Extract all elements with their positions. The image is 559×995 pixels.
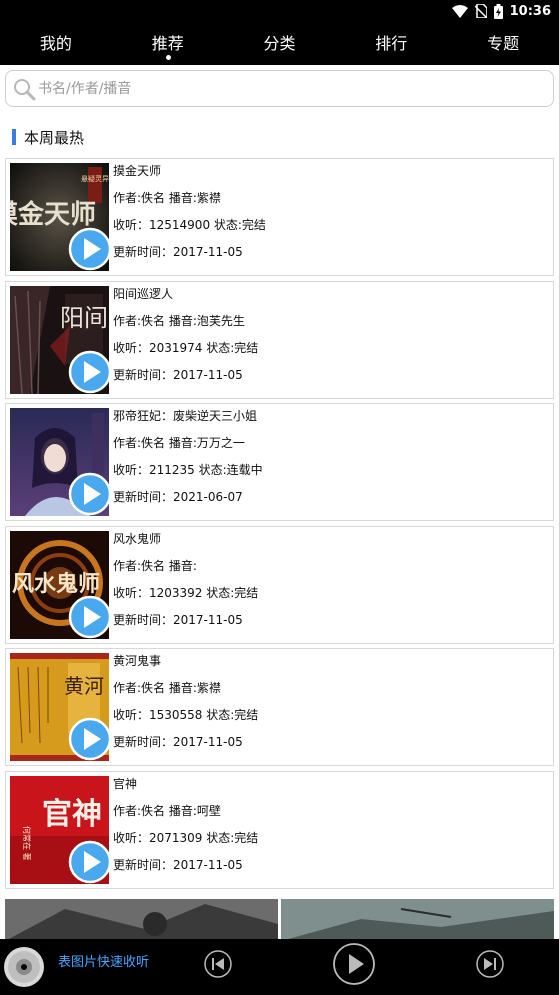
search-bar[interactable] (5, 70, 554, 107)
play-icon[interactable] (68, 595, 109, 639)
book-title: 邪帝狂妃：废柴逆天三小姐 (113, 409, 258, 424)
tab-recommend[interactable]: 推荐 (112, 22, 224, 65)
book-list: 悬疑灵异 摸金天师 摸金天师 作者:佚名 播音:紫襟 收听：12514900 状… (5, 158, 554, 894)
book-listens: 收听：1203392 状态:完结 (113, 585, 259, 600)
book-cover[interactable]: 风水鬼师 (10, 530, 109, 639)
tab-label: 推荐 (151, 34, 184, 53)
banner-row (5, 899, 554, 941)
book-author: 作者:佚名 播音:万万之一 (113, 436, 245, 451)
play-icon[interactable] (68, 472, 109, 516)
book-title: 官神 (113, 776, 138, 791)
book-updated: 更新时间：2017-11-05 (113, 245, 243, 259)
section-accent-bar (12, 129, 16, 145)
next-button[interactable] (475, 949, 505, 979)
book-listens: 收听：2031974 状态:完结 (113, 340, 259, 355)
cover-title: 摸金天师 (10, 199, 96, 230)
book-item[interactable]: 阳间 阳间巡逻人 作者:佚名 播音:泡芙先生 收听：2031974 状态:完结 … (5, 280, 554, 399)
tab-label: 分类 (263, 34, 296, 53)
disc-icon[interactable] (3, 946, 45, 988)
book-cover[interactable]: 官神 何常在 著 (10, 775, 109, 884)
book-info: 官神 作者:佚名 播音:呵壁 收听：2071309 状态:完结 更新时间：201… (113, 777, 258, 885)
tab-category[interactable]: 分类 (224, 22, 336, 65)
book-cover[interactable] (10, 408, 109, 517)
banner-image[interactable] (5, 899, 278, 941)
book-info: 邪帝狂妃：废柴逆天三小姐 作者:佚名 播音:万万之一 收听：211235 状态:… (113, 409, 263, 517)
book-title: 风水鬼师 (113, 531, 162, 546)
book-author: 作者:佚名 播音:紫襟 (113, 681, 221, 696)
play-icon[interactable] (68, 227, 109, 271)
previous-button[interactable] (203, 949, 233, 979)
banner-image[interactable] (281, 899, 554, 941)
book-author: 作者:佚名 播音:呵壁 (113, 803, 221, 818)
book-updated: 更新时间：2017-11-05 (113, 735, 243, 750)
play-icon[interactable] (68, 840, 109, 884)
book-updated: 更新时间：2017-11-05 (113, 367, 243, 382)
book-author: 作者:佚名 播音:紫襟 (113, 191, 221, 205)
book-item[interactable]: 邪帝狂妃：废柴逆天三小姐 作者:佚名 播音:万万之一 收听：211235 状态:… (5, 403, 554, 522)
book-title: 摸金天师 (113, 164, 162, 178)
battery-charging-icon (493, 3, 503, 19)
book-author: 作者:佚名 播音: (113, 558, 197, 573)
cover-author: 何常在 著 (22, 826, 32, 861)
play-icon[interactable] (68, 350, 109, 394)
book-updated: 更新时间：2017-11-05 (113, 612, 243, 627)
book-listens: 收听：211235 状态:连载中 (113, 463, 263, 478)
book-item[interactable]: 官神 何常在 著 官神 作者:佚名 播音:呵壁 收听：2071309 状态:完结… (5, 770, 554, 889)
book-item[interactable]: 风水鬼师 风水鬼师 作者:佚名 播音: 收听：1203392 状态:完结 更新时… (5, 525, 554, 644)
tab-label: 专题 (487, 34, 520, 53)
book-item[interactable]: 悬疑灵异 摸金天师 摸金天师 作者:佚名 播音:紫襟 收听：12514900 状… (5, 158, 554, 276)
book-title: 黄河鬼事 (113, 654, 162, 669)
book-info: 风水鬼师 作者:佚名 播音: 收听：1203392 状态:完结 更新时间：201… (113, 532, 258, 640)
book-title: 阳间巡逻人 (113, 286, 174, 301)
tab-topics[interactable]: 专题 (447, 22, 559, 65)
top-nav: 我的 推荐 分类 排行 专题 (0, 22, 559, 65)
book-listens: 收听：1530558 状态:完结 (113, 708, 259, 723)
book-updated: 更新时间：2021-06-07 (113, 490, 243, 505)
search-input[interactable] (36, 73, 553, 104)
tab-label: 我的 (39, 34, 72, 53)
tab-mine[interactable]: 我的 (0, 22, 112, 65)
tab-ranking[interactable]: 排行 (335, 22, 447, 65)
book-info: 阳间巡逻人 作者:佚名 播音:泡芙先生 收听：2031974 状态:完结 更新时… (113, 287, 258, 395)
mini-player: 表图片快速收听 (0, 939, 559, 995)
book-cover[interactable]: 悬疑灵异 摸金天师 (10, 163, 109, 271)
cover-badge: 悬疑灵异 (81, 174, 109, 183)
section-title: 本周最热 (24, 128, 85, 147)
play-icon[interactable] (68, 717, 109, 761)
book-listens: 收听：12514900 状态:完结 (113, 218, 266, 232)
book-cover[interactable]: 黄河 (10, 653, 109, 762)
wifi-icon (451, 4, 468, 18)
play-pause-button[interactable] (332, 942, 376, 986)
active-tab-indicator (165, 55, 171, 60)
section-header: 本周最热 (5, 120, 554, 154)
book-author: 作者:佚名 播音:泡芙先生 (113, 313, 245, 328)
search-icon (14, 78, 36, 100)
book-cover[interactable]: 阳间 (10, 285, 109, 394)
cover-title: 风水鬼师 (12, 571, 100, 597)
status-time: 10:36 (509, 3, 551, 19)
cover-title: 官神 (42, 797, 102, 832)
book-info: 摸金天师 作者:佚名 播音:紫襟 收听：12514900 状态:完结 更新时间：… (113, 164, 266, 272)
cover-title: 阳间 (60, 304, 108, 332)
book-listens: 收听：2071309 状态:完结 (113, 830, 259, 845)
status-bar: 10:36 (0, 0, 559, 22)
no-sim-icon (474, 4, 487, 18)
cover-title: 黄河 (64, 674, 104, 698)
tab-label: 排行 (375, 34, 408, 53)
book-updated: 更新时间：2017-11-05 (113, 857, 243, 872)
book-item[interactable]: 黄河 黄河鬼事 作者:佚名 播音:紫襟 收听：1530558 状态:完结 更新时… (5, 648, 554, 767)
now-playing-text: 表图片快速收听 (58, 955, 150, 970)
book-info: 黄河鬼事 作者:佚名 播音:紫襟 收听：1530558 状态:完结 更新时间：2… (113, 654, 258, 762)
